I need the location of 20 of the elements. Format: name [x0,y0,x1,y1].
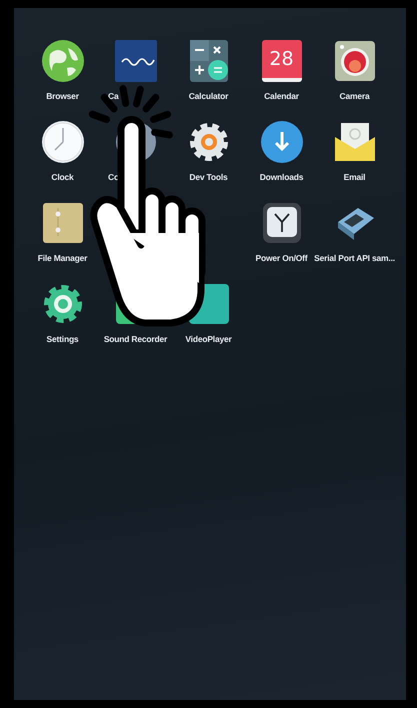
app-label[interactable]: File Manager [38,253,88,263]
app-label[interactable]: Email [344,172,366,182]
app-label[interactable]: Camera [340,91,370,101]
app-label[interactable]: Ca [108,91,118,101]
app-label[interactable]: Power On/Off [256,253,308,263]
app-label[interactable]: Serial Port API sam... [314,253,395,263]
app-label[interactable]: Clock [51,172,74,182]
app-label[interactable]: Downloads [260,172,304,182]
logo-icon[interactable] [112,38,158,84]
app-label[interactable]: Settings [46,334,78,344]
app-label[interactable]: Calendar [264,91,299,101]
app-label[interactable]: Browser [46,91,79,101]
calendar-icon[interactable]: 28 [262,40,302,82]
app-label[interactable]: Calculator [188,91,228,101]
app-label[interactable]: Dev Tools [189,172,228,182]
app-label[interactable]: VideoPlayer [185,334,232,344]
globe-icon[interactable] [40,38,86,84]
download-icon[interactable] [258,119,304,165]
clock-icon[interactable] [40,119,86,165]
app-label[interactable]: Sound Recorder [104,334,168,344]
